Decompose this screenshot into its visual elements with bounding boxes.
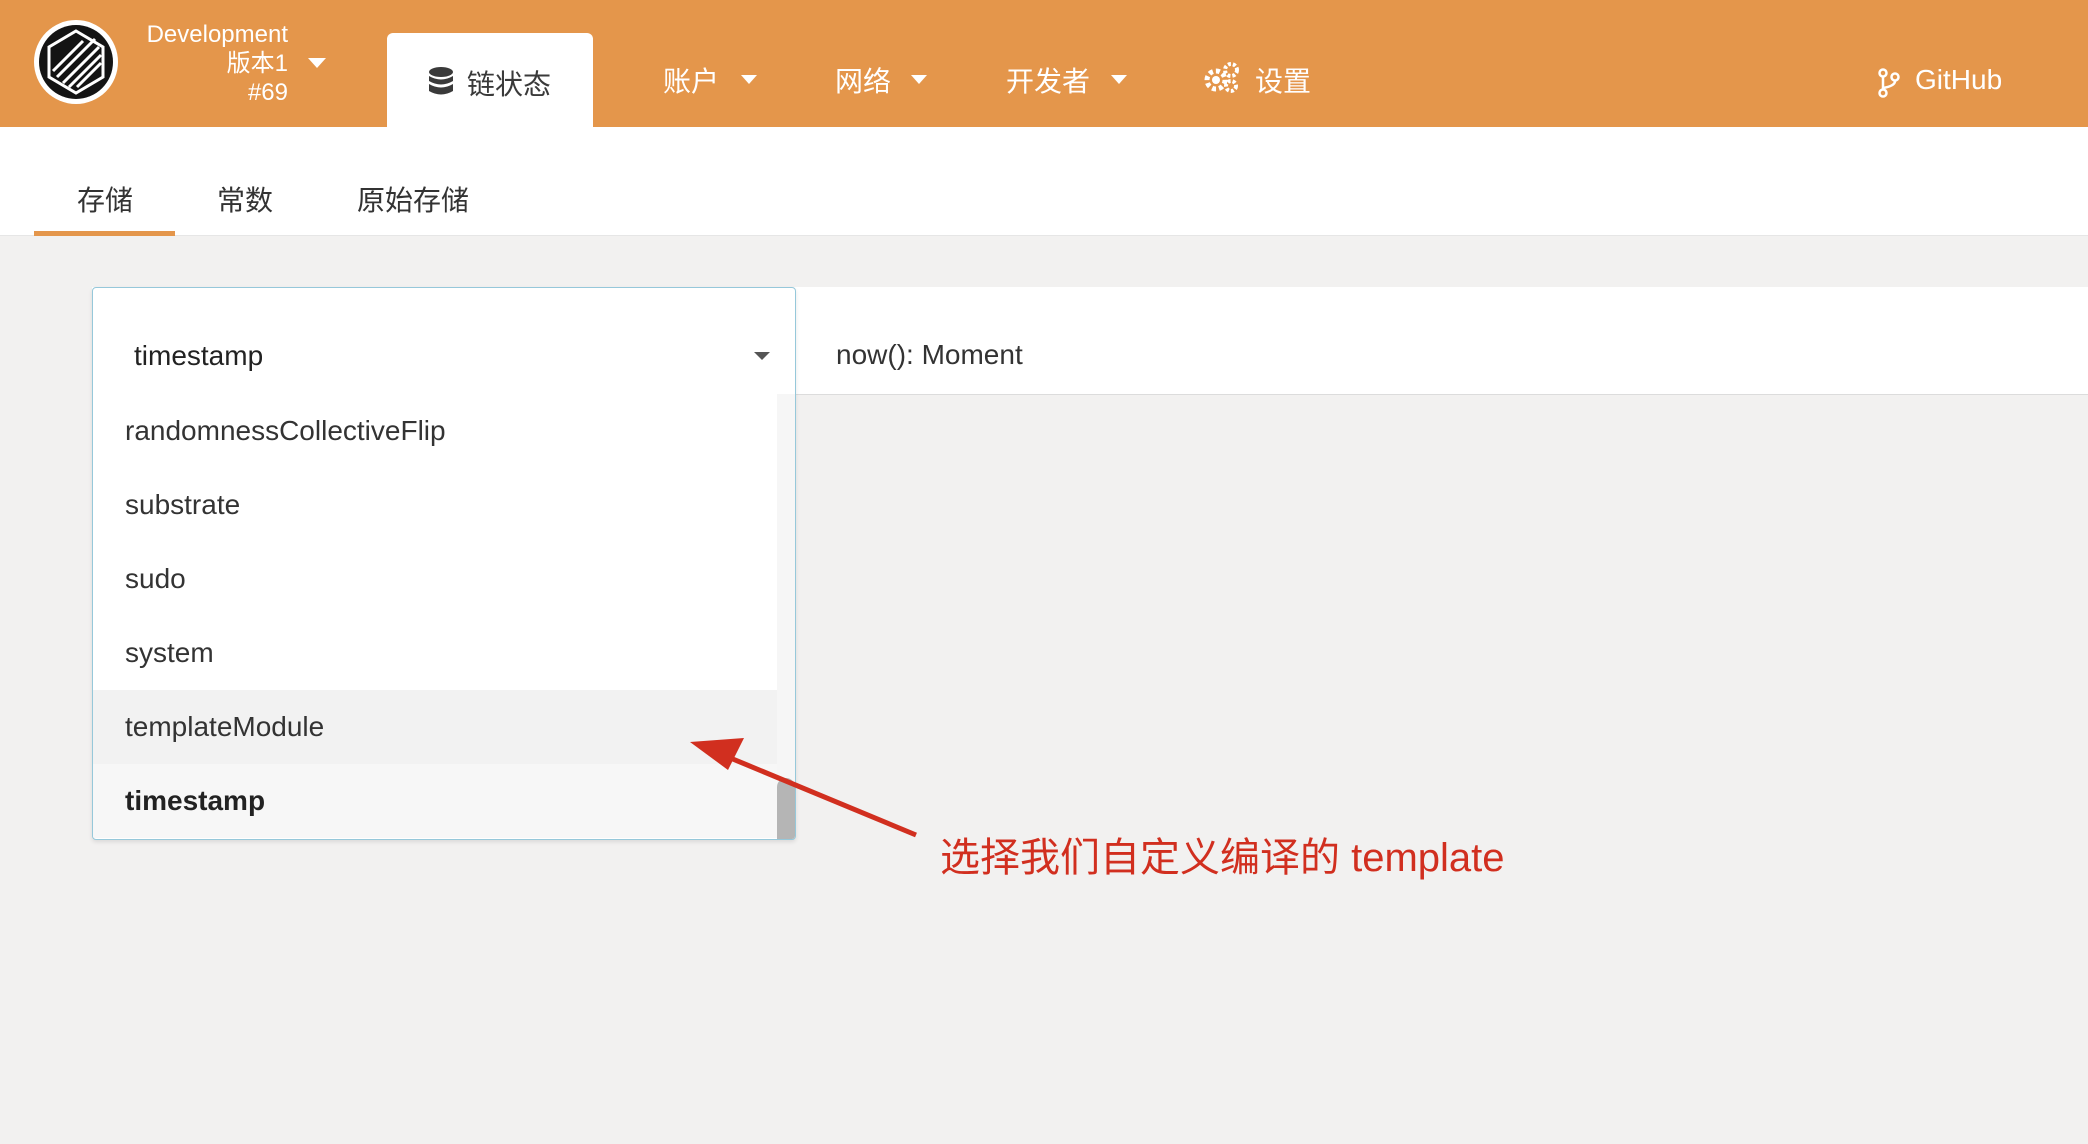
dropdown-option[interactable]: randomnessCollectiveFlip	[93, 394, 777, 468]
chain-logo[interactable]	[34, 20, 118, 104]
gears-icon	[1204, 62, 1240, 99]
module-dropdown-value: timestamp	[134, 340, 264, 371]
nav-network[interactable]: 网络	[835, 60, 891, 100]
nav-developer[interactable]: 开发者	[1006, 60, 1090, 100]
storage-method-label: now(): Moment	[836, 339, 1023, 370]
tab-chain-state-label: 链状态	[467, 69, 552, 100]
tab-raw-storage[interactable]: 原始存储	[357, 179, 469, 219]
tab-constants-label: 常数	[217, 185, 274, 216]
chevron-down-icon[interactable]	[754, 352, 770, 360]
chain-name: Development	[146, 21, 288, 48]
dropdown-option-label: substrate	[125, 489, 241, 520]
dropdown-option[interactable]: system	[93, 616, 777, 690]
dropdown-option-label: randomnessCollectiveFlip	[125, 415, 446, 446]
nav-settings-label: 设置	[1255, 66, 1312, 97]
top-nav-bar: Development 版本1 #69 链状态 账户 网络 开发者 设置 Git…	[0, 0, 2088, 127]
branch-icon	[1877, 68, 1901, 103]
dropdown-option-label: system	[125, 637, 214, 668]
nav-accounts-label: 账户	[663, 66, 720, 97]
chevron-down-icon[interactable]	[308, 58, 326, 68]
tab-constants[interactable]: 常数	[217, 179, 273, 219]
annotation-text: 选择我们自定义编译的 template	[940, 825, 1505, 883]
dropdown-option-label: timestamp	[125, 785, 266, 816]
nav-accounts[interactable]: 账户	[663, 60, 719, 100]
tab-storage[interactable]: 存储	[77, 179, 133, 219]
dropdown-scroll-thumb[interactable]	[777, 778, 795, 839]
dropdown-option[interactable]: sudo	[93, 542, 777, 616]
dropdown-option-label: templateModule	[125, 711, 325, 742]
annotation-label: 选择我们自定义编译的 template	[940, 836, 1505, 880]
module-dropdown[interactable]: timestamp randomnessCollectiveFlip subst…	[92, 287, 796, 840]
active-tab-indicator	[34, 231, 175, 236]
chevron-down-icon[interactable]	[911, 75, 927, 84]
github-label: GitHub	[1915, 64, 2003, 95]
chain-version: 版本1	[226, 50, 288, 77]
logo-mark-icon	[39, 25, 113, 99]
chevron-down-icon[interactable]	[741, 75, 757, 84]
storage-method-select[interactable]: now(): Moment	[836, 339, 1023, 371]
nav-network-label: 网络	[835, 66, 892, 97]
dropdown-option-label: sudo	[125, 563, 186, 594]
nav-developer-label: 开发者	[1006, 66, 1091, 97]
tab-storage-label: 存储	[77, 185, 134, 216]
sub-tabs: 存储 常数 原始存储	[0, 127, 2088, 236]
tab-chain-state[interactable]: 链状态	[387, 33, 593, 127]
chain-selector[interactable]: Development 版本1 #69	[120, 20, 288, 107]
dropdown-option[interactable]: substrate	[93, 468, 777, 542]
tab-raw-storage-label: 原始存储	[357, 185, 470, 216]
chevron-down-icon[interactable]	[1111, 75, 1127, 84]
module-dropdown-menu: randomnessCollectiveFlip substrate sudo …	[93, 394, 777, 839]
dropdown-scrollbar[interactable]	[777, 394, 795, 839]
github-link[interactable]: GitHub	[1915, 64, 2002, 96]
dropdown-option-selected[interactable]: timestamp	[93, 764, 777, 838]
dropdown-option-hovered[interactable]: templateModule	[93, 690, 777, 764]
block-number: #69	[247, 79, 288, 106]
nav-settings[interactable]: 设置	[1255, 60, 1311, 100]
database-icon	[427, 67, 455, 102]
